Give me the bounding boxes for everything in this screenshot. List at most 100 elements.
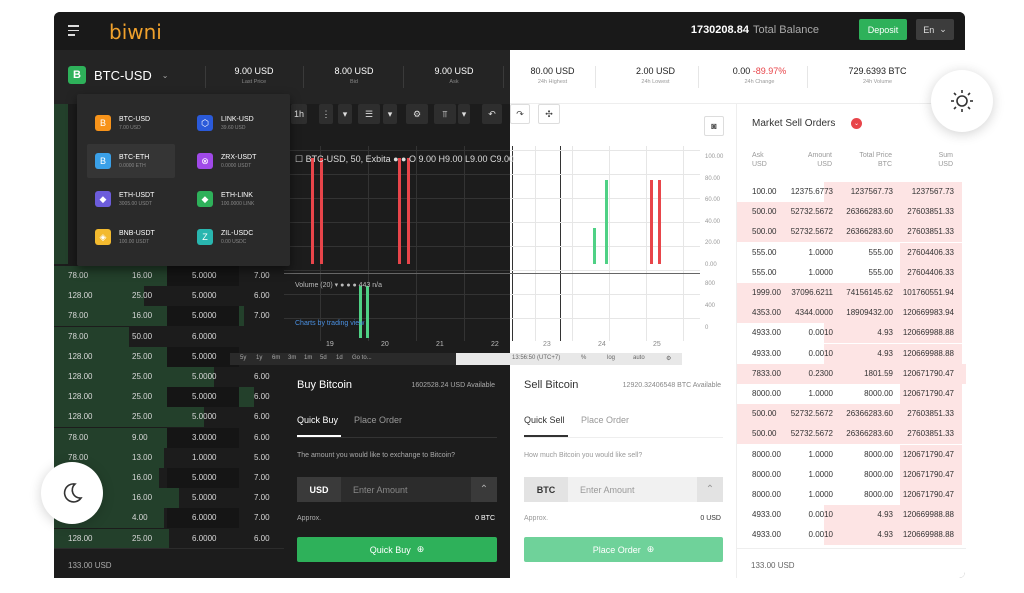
- timeframe-3m[interactable]: 3m: [288, 355, 296, 361]
- tab-quick-buy[interactable]: Quick Buy: [297, 415, 338, 425]
- grid-line: [284, 150, 510, 151]
- stat-6: 729.6393 BTC 24h Volume: [830, 66, 925, 85]
- dropdown-item-bnb-usdt[interactable]: ◈ BNB-USDT 100.00 USDT: [87, 220, 175, 254]
- dropdown-item-zrx-usdt[interactable]: ⊗ ZRX-USDT 0.0000 USDT: [189, 144, 277, 178]
- stat-0: 9.00 USD Last Price: [205, 66, 303, 85]
- timeframe-Go to...[interactable]: Go to...: [352, 355, 372, 361]
- timeframe-6m[interactable]: 6m: [272, 355, 280, 361]
- stat-value: 0.00 -89.97%: [732, 66, 787, 76]
- dropdown-item-btc-eth[interactable]: B BTC-ETH 0.0000 ETH: [87, 144, 175, 178]
- sell-orderbook-title: Market Sell Orders: [752, 118, 836, 129]
- cell: 128.00: [68, 291, 93, 301]
- pair-name: ZIL-USDC: [221, 229, 254, 237]
- chart-tool-9[interactable]: ↷: [510, 104, 530, 124]
- language-select[interactable]: En ⌄: [916, 19, 954, 40]
- volume-bar: [359, 286, 362, 338]
- camera-icon[interactable]: ◙: [704, 116, 724, 136]
- chart-tool-2[interactable]: ▾: [338, 104, 352, 124]
- orderbook-row[interactable]: 128.00 25.00 5.0000 6.00: [54, 387, 284, 408]
- sell-order-row[interactable]: 555.00 1.0000 555.00 27604406.33: [737, 242, 966, 263]
- chart-option[interactable]: log: [607, 355, 615, 361]
- orderbook-row[interactable]: 78.00 50.00 6.0000: [54, 326, 284, 347]
- dropdown-item-text: ZIL-USDC 0.00 USDC: [221, 230, 253, 245]
- tab-place-order[interactable]: Place Order: [354, 415, 402, 425]
- orderbook-row[interactable]: 128.00 25.00 5.0000 6.00: [54, 367, 284, 387]
- cell: 4933.00: [752, 530, 781, 540]
- buy-amount-field[interactable]: USD Enter Amount ⌃: [297, 477, 497, 502]
- stat-4: 2.00 USD 24h Lowest: [613, 66, 698, 85]
- gear-icon[interactable]: ⚙: [666, 355, 671, 362]
- orderbook-row[interactable]: 128.00 25.00 5.0000 6.00: [54, 286, 284, 307]
- sell-order-row[interactable]: 500.00 52732.5672 26366283.60 27603851.33: [737, 424, 966, 445]
- chart-tool-1[interactable]: ⋮: [319, 104, 333, 124]
- light-mode-button[interactable]: [931, 70, 993, 132]
- orderbook-row[interactable]: 128.00 25.00 5.0000 6.00: [54, 407, 284, 428]
- grid-line: [510, 174, 700, 175]
- sell-order-row[interactable]: 8000.00 1.0000 8000.00 120671790.47: [737, 485, 966, 505]
- sell-order-row[interactable]: 8000.00 1.0000 8000.00 120671790.47: [737, 444, 966, 465]
- sell-order-row[interactable]: 4933.00 0.0010 4.93 120669988.88: [737, 323, 966, 344]
- tab-quick-sell[interactable]: Quick Sell: [524, 415, 565, 425]
- sun-icon: [951, 90, 973, 112]
- timeframe-1d[interactable]: 1d: [336, 355, 343, 361]
- chart-tool-10[interactable]: ✣: [538, 104, 560, 124]
- orderbook-row[interactable]: 128.00 25.00 6.0000 6.00: [54, 528, 284, 549]
- chart-tool-0[interactable]: 1h: [291, 104, 307, 124]
- arrow-right-icon: ⊕: [646, 544, 655, 554]
- dropdown-item-zil-usdc[interactable]: Z ZIL-USDC 0.00 USDC: [189, 220, 277, 254]
- cell: 1.0000: [808, 247, 833, 257]
- sell-order-row[interactable]: 4933.00 0.0010 4.93 120669988.88: [737, 505, 966, 526]
- sell-order-row[interactable]: 500.00 52732.5672 26366283.60 27603851.33: [737, 222, 966, 243]
- dropdown-item-btc-usd[interactable]: B BTC-USD 7.00 USD: [87, 106, 175, 140]
- timeframe-5d[interactable]: 5d: [320, 355, 327, 361]
- grid-line: [535, 146, 536, 341]
- timeframe-5y[interactable]: 5y: [240, 355, 246, 361]
- menu-icon[interactable]: [68, 25, 79, 39]
- sell-order-row[interactable]: 8000.00 1.0000 8000.00 120671790.47: [737, 384, 966, 404]
- sell-available: 12920.32406548 BTC Available: [622, 382, 721, 389]
- chart-option[interactable]: %: [581, 355, 586, 361]
- sell-order-row[interactable]: 500.00 52732.5672 26366283.60 27603851.33: [737, 404, 966, 425]
- cell: 25.00: [132, 533, 153, 543]
- sell-order-row[interactable]: 100.00 12375.6773 1237567.73 1237567.73: [737, 182, 966, 202]
- timeframe-1m[interactable]: 1m: [304, 355, 312, 361]
- chart-tool-8[interactable]: ↶: [482, 104, 502, 124]
- cell: 6.00: [254, 432, 270, 442]
- sell-order-row[interactable]: 500.00 52732.5672 26366283.60 27603851.33: [737, 202, 966, 223]
- deposit-button[interactable]: Deposit: [859, 19, 907, 40]
- chart-tool-4[interactable]: ▾: [383, 104, 397, 124]
- chart-option[interactable]: auto: [633, 355, 645, 361]
- chart-tool-7[interactable]: ▾: [458, 104, 470, 124]
- sell-order-row[interactable]: 1999.00 37096.6211 74156145.62 101760551.94: [737, 283, 966, 303]
- tab-place-order-sell[interactable]: Place Order: [581, 415, 629, 425]
- cell: 27604406.33: [907, 247, 954, 257]
- stepper-icon[interactable]: ⌃: [471, 477, 497, 502]
- sell-order-row[interactable]: 7833.00 0.2300 1801.59 120671790.47: [737, 363, 966, 384]
- orderbook-row[interactable]: 78.00 16.00 5.0000 7.00: [54, 266, 284, 286]
- dark-mode-button[interactable]: [41, 462, 103, 524]
- cell: 5.0000: [192, 412, 217, 422]
- orderbook-row[interactable]: 78.00 16.00 5.0000 7.00: [54, 306, 284, 327]
- chart-tool-5[interactable]: ⚙: [406, 104, 428, 124]
- grid-line: [416, 146, 417, 341]
- stepper-icon[interactable]: ⌃: [697, 477, 723, 502]
- sell-amount-field[interactable]: BTC Enter Amount ⌃: [524, 477, 723, 502]
- dropdown-item-eth-usdt[interactable]: ◆ ETH-USDT 3005.00 USDT: [87, 182, 175, 216]
- orderbook-row[interactable]: 78.00 13.00 1.0000 5.00: [54, 447, 284, 468]
- quick-buy-button[interactable]: Quick Buy ⊕: [297, 537, 497, 562]
- sell-order-row[interactable]: 4933.00 0.0010 4.93 120669988.88: [737, 343, 966, 364]
- sell-order-row[interactable]: 555.00 1.0000 555.00 27604406.33: [737, 262, 966, 283]
- sell-order-row[interactable]: 8000.00 1.0000 8000.00 120671790.47: [737, 464, 966, 485]
- sell-order-row[interactable]: 4933.00 0.0010 4.93 120669988.88: [737, 525, 966, 546]
- place-order-button[interactable]: Place Order ⊕: [524, 537, 723, 562]
- chart-tool-3[interactable]: ☰: [358, 104, 380, 124]
- dropdown-item-link-usd[interactable]: ⬡ LINK-USD 39.60 USD: [189, 106, 277, 140]
- sell-order-row[interactable]: 4353.00 4344.0000 18909432.00 120669983.94: [737, 303, 966, 324]
- pair-selector[interactable]: B BTC-USD ⌄: [68, 66, 168, 84]
- orderbook-row[interactable]: 78.00 9.00 3.0000 6.00: [54, 427, 284, 448]
- dropdown-item-eth-link[interactable]: ◆ ETH-LINK 100.0000 LINK: [189, 182, 277, 216]
- chevron-down-icon[interactable]: ⌄: [851, 118, 862, 129]
- chart-tool-6[interactable]: ⫪: [434, 104, 456, 124]
- tradingview-link[interactable]: Charts by trading view: [295, 320, 364, 327]
- timeframe-1y[interactable]: 1y: [256, 355, 262, 361]
